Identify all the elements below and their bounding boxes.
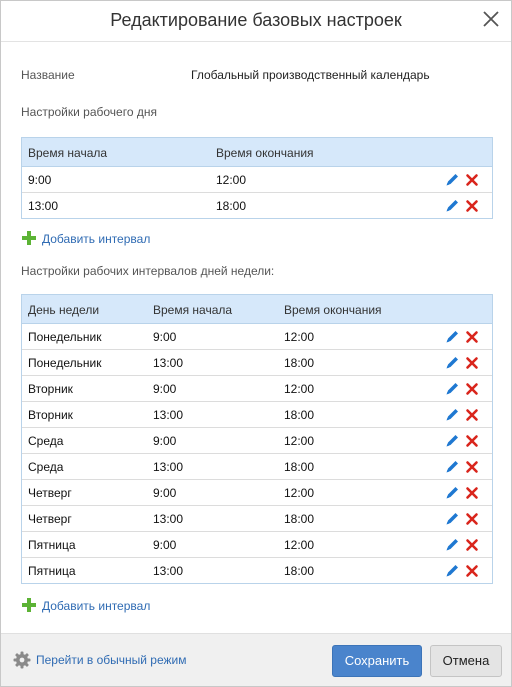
table-row: Четверг 13:00 18:00 xyxy=(22,506,492,532)
name-row: Название Глобальный производственный кал… xyxy=(21,68,493,84)
end-time-cell: 18:00 xyxy=(284,460,315,474)
weekday-cell: Вторник xyxy=(28,408,73,422)
end-time-cell: 12:00 xyxy=(284,330,315,344)
start-time-cell: 13:00 xyxy=(153,460,184,474)
weekday-cell: Среда xyxy=(28,434,64,448)
dialog-title: Редактирование базовых настроек xyxy=(110,10,402,30)
dialog-footer: Перейти в обычный режим Сохранить Отмена xyxy=(1,633,511,686)
delete-x-icon[interactable] xyxy=(464,511,480,527)
end-time-cell: 12:00 xyxy=(284,486,315,500)
start-time-cell: 13:00 xyxy=(153,564,184,578)
close-icon[interactable] xyxy=(479,7,503,31)
table-row: Пятница 9:00 12:00 xyxy=(22,532,492,558)
start-time-cell: 9:00 xyxy=(153,434,177,448)
weekday-cell: Среда xyxy=(28,460,64,474)
name-value: Глобальный производственный календарь xyxy=(191,68,430,82)
pencil-icon[interactable] xyxy=(444,355,460,371)
pencil-icon[interactable] xyxy=(444,381,460,397)
start-time-cell: 13:00 xyxy=(153,356,184,370)
pencil-icon[interactable] xyxy=(444,563,460,579)
delete-x-icon[interactable] xyxy=(464,459,480,475)
delete-x-icon[interactable] xyxy=(464,433,480,449)
end-time-cell: 12:00 xyxy=(284,434,315,448)
delete-x-icon[interactable] xyxy=(464,381,480,397)
end-time-cell: 18:00 xyxy=(284,408,315,422)
pencil-icon[interactable] xyxy=(444,407,460,423)
weekday-grid: День недели Время начала Время окончания… xyxy=(21,294,493,584)
start-time-cell: 13:00 xyxy=(28,199,59,213)
start-time-cell: 9:00 xyxy=(153,382,177,396)
table-row: 13:00 18:00 xyxy=(22,193,492,218)
gear-icon xyxy=(13,651,31,669)
column-header-start: Время начала xyxy=(153,303,233,317)
end-time-cell: 18:00 xyxy=(284,512,315,526)
end-time-cell: 12:00 xyxy=(216,173,247,187)
pencil-icon[interactable] xyxy=(444,485,460,501)
start-time-cell: 9:00 xyxy=(153,330,177,344)
delete-x-icon[interactable] xyxy=(464,563,480,579)
delete-x-icon[interactable] xyxy=(464,485,480,501)
table-row: Понедельник 9:00 12:00 xyxy=(22,324,492,350)
weekday-cell: Пятница xyxy=(28,538,76,552)
workday-grid-header: Время начала Время окончания xyxy=(22,138,492,167)
table-row: Среда 13:00 18:00 xyxy=(22,454,492,480)
end-time-cell: 12:00 xyxy=(284,538,315,552)
weekdays-section-label: Настройки рабочих интервалов дней недели… xyxy=(21,264,275,278)
cancel-button[interactable]: Отмена xyxy=(430,645,502,677)
table-row: Вторник 9:00 12:00 xyxy=(22,376,492,402)
start-time-cell: 9:00 xyxy=(28,173,52,187)
name-label: Название xyxy=(21,68,75,82)
delete-x-icon[interactable] xyxy=(464,407,480,423)
table-row: Среда 9:00 12:00 xyxy=(22,428,492,454)
delete-x-icon[interactable] xyxy=(464,329,480,345)
table-row: Четверг 9:00 12:00 xyxy=(22,480,492,506)
column-header-end: Время окончания xyxy=(284,303,382,317)
column-header-day: День недели xyxy=(28,303,100,317)
pencil-icon[interactable] xyxy=(444,198,460,214)
weekday-grid-header: День недели Время начала Время окончания xyxy=(22,295,492,324)
save-button[interactable]: Сохранить xyxy=(332,645,422,677)
end-time-cell: 18:00 xyxy=(284,356,315,370)
plus-icon xyxy=(22,598,36,612)
delete-x-icon[interactable] xyxy=(464,537,480,553)
pencil-icon[interactable] xyxy=(444,172,460,188)
table-row: Вторник 13:00 18:00 xyxy=(22,402,492,428)
start-time-cell: 13:00 xyxy=(153,512,184,526)
pencil-icon[interactable] xyxy=(444,537,460,553)
weekday-cell: Понедельник xyxy=(28,356,102,370)
delete-x-icon[interactable] xyxy=(464,355,480,371)
table-row: Пятница 13:00 18:00 xyxy=(22,558,492,583)
table-row: Понедельник 13:00 18:00 xyxy=(22,350,492,376)
delete-x-icon[interactable] xyxy=(464,198,480,214)
start-time-cell: 9:00 xyxy=(153,538,177,552)
weekday-cell: Четверг xyxy=(28,512,72,526)
end-time-cell: 18:00 xyxy=(284,564,315,578)
pencil-icon[interactable] xyxy=(444,329,460,345)
weekday-cell: Вторник xyxy=(28,382,73,396)
workday-section-label: Настройки рабочего дня xyxy=(21,105,157,119)
table-row: 9:00 12:00 xyxy=(22,167,492,193)
delete-x-icon[interactable] xyxy=(464,172,480,188)
pencil-icon[interactable] xyxy=(444,459,460,475)
pencil-icon[interactable] xyxy=(444,433,460,449)
end-time-cell: 12:00 xyxy=(284,382,315,396)
start-time-cell: 13:00 xyxy=(153,408,184,422)
column-header-end: Время окончания xyxy=(216,146,314,160)
switch-mode-label: Перейти в обычный режим xyxy=(36,653,187,667)
add-interval-label: Добавить интервал xyxy=(42,599,151,613)
workday-grid: Время начала Время окончания 9:00 12:00 13… xyxy=(21,137,493,219)
end-time-cell: 18:00 xyxy=(216,199,247,213)
weekday-cell: Четверг xyxy=(28,486,72,500)
pencil-icon[interactable] xyxy=(444,511,460,527)
weekday-cell: Пятница xyxy=(28,564,76,578)
edit-base-settings-dialog: Редактирование базовых настроек Название… xyxy=(0,0,512,687)
column-header-start: Время начала xyxy=(28,146,108,160)
plus-icon xyxy=(22,231,36,245)
start-time-cell: 9:00 xyxy=(153,486,177,500)
add-interval-label: Добавить интервал xyxy=(42,232,151,246)
dialog-header: Редактирование базовых настроек xyxy=(1,1,511,42)
weekday-cell: Понедельник xyxy=(28,330,102,344)
